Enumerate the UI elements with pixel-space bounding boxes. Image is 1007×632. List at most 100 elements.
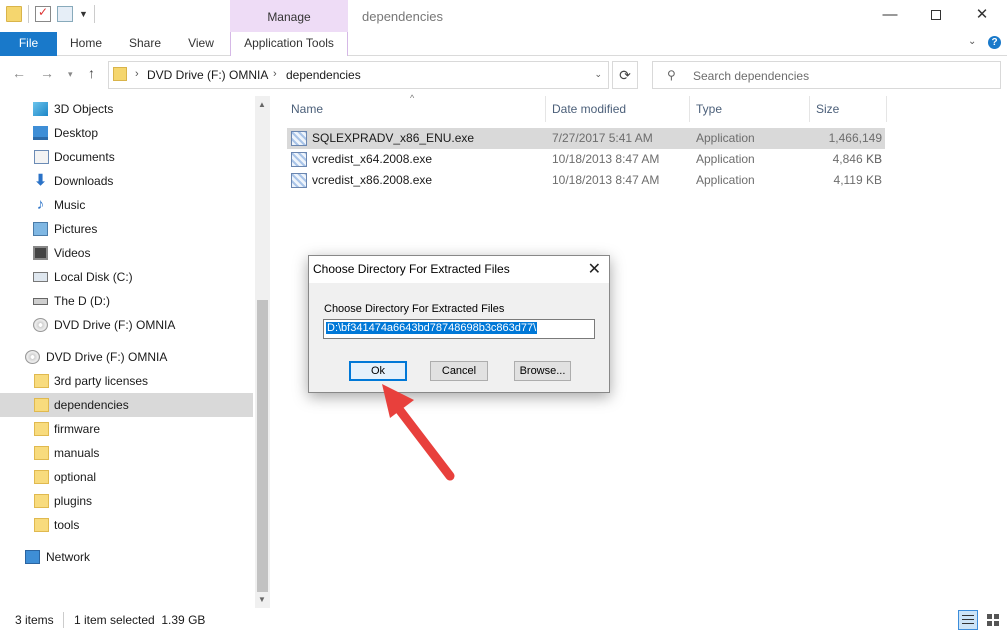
forward-arrow-icon[interactable]: → [40,65,54,81]
properties-icon[interactable] [35,5,51,22]
navigation-bar: ← → ▾ ↑ › DVD Drive (F:) OMNIA › depende… [0,56,1007,94]
scrollbar-thumb[interactable] [257,300,268,592]
column-header-name[interactable]: Name [285,96,546,122]
up-arrow-icon[interactable]: ↑ [88,65,95,81]
sidebar-item-label: DVD Drive (F:) OMNIA [54,318,176,332]
recent-locations-icon[interactable]: ▾ [68,69,73,80]
sidebar-item-dvd-drive-root[interactable]: DVD Drive (F:) OMNIA [0,345,253,369]
window-title: dependencies [362,9,443,24]
documents-icon [34,150,49,164]
customize-toolbar-dropdown-icon[interactable]: ▼ [79,9,88,19]
sidebar-item-the-d-drive[interactable]: The D (D:) [0,289,253,313]
sidebar-item-videos[interactable]: Videos [0,241,253,265]
sidebar-item-optional[interactable]: optional [0,465,253,489]
search-input[interactable]: ⚲ Search dependencies [652,61,1001,89]
sidebar-item-label: Downloads [54,174,114,188]
column-header-type[interactable]: Type [690,96,810,122]
file-name: vcredist_x64.2008.exe [312,152,433,166]
column-header-date-modified[interactable]: Date modified [546,96,690,122]
folder-icon [34,470,49,484]
chevron-down-icon[interactable]: ⌄ [594,69,602,80]
breadcrumb-dependencies[interactable]: dependencies [286,68,361,82]
folder-icon [34,374,49,388]
choose-directory-dialog: Choose Directory For Extracted Files ✕ C… [308,255,610,393]
sidebar-item-label: 3D Objects [54,102,114,116]
dialog-title-bar: Choose Directory For Extracted Files ✕ [309,256,609,283]
file-type: Application [696,131,755,145]
tab-application-tools[interactable]: Application Tools [230,32,348,56]
sidebar-item-3d-objects[interactable]: 3D Objects [0,97,253,121]
sidebar-item-music[interactable]: ♪ Music [0,193,253,217]
sidebar-item-desktop[interactable]: Desktop [0,121,253,145]
sidebar-item-label: Network [46,550,91,564]
directory-path-value: D:\bf341474a6643bd78748698b3c863d77\ [324,321,539,335]
expand-ribbon-icon[interactable]: ⌄ [968,36,976,47]
new-folder-icon[interactable] [57,6,73,22]
sidebar-item-documents[interactable]: Documents [0,145,253,169]
installer-file-icon [291,152,307,167]
sidebar-item-firmware[interactable]: firmware [0,417,253,441]
tab-home[interactable]: Home [60,32,112,56]
sidebar-item-plugins[interactable]: plugins [0,489,253,513]
divider [63,612,64,628]
file-date: 7/27/2017 5:41 AM [552,131,653,145]
folder-icon [34,494,49,508]
sidebar-item-local-disk[interactable]: Local Disk (C:) [0,265,253,289]
sidebar-item-tools[interactable]: tools [0,513,253,537]
navigation-pane-scrollbar[interactable]: ▲ ▼ [255,96,270,608]
directory-path-input[interactable]: D:\bf341474a6643bd78748698b3c863d77\ [323,319,595,339]
sidebar-item-downloads[interactable]: ⬇ Downloads [0,169,253,193]
arrow-shaft [387,395,455,481]
maximize-button[interactable] [913,0,959,32]
network-icon [25,550,40,564]
scroll-down-icon[interactable]: ▼ [258,595,266,604]
sidebar-item-dvd-drive[interactable]: DVD Drive (F:) OMNIA [0,313,253,337]
folder-icon [34,518,49,532]
table-row[interactable]: SQLEXPRADV_x86_ENU.exe 7/27/2017 5:41 AM… [287,128,885,166]
file-size: 4,119 KB [833,173,882,187]
drive-icon [33,298,48,305]
table-row[interactable]: vcredist_x86.2008.exe 10/18/2013 8:47 AM… [287,170,885,191]
sidebar-item-label: Music [54,198,86,212]
sidebar-item-label: Documents [54,150,115,164]
file-size: 4,846 KB [832,152,882,166]
desktop-icon [33,126,48,140]
breadcrumb-dvd-drive[interactable]: DVD Drive (F:) OMNIA [147,68,268,82]
videos-icon [33,246,48,260]
dvd-drive-icon [25,350,40,364]
close-button[interactable]: ✕ [959,0,1005,32]
address-bar[interactable]: › DVD Drive (F:) OMNIA › dependencies ⌄ [108,61,609,89]
music-icon: ♪ [36,196,45,213]
column-header-size[interactable]: Size [810,96,887,122]
sidebar-item-label: Videos [54,246,91,260]
annotation-arrow-icon [382,384,455,481]
back-arrow-icon[interactable]: ← [12,65,26,81]
tab-share[interactable]: Share [120,32,170,56]
details-view-icon[interactable] [958,610,978,630]
large-icons-view-icon[interactable] [983,610,1003,630]
sidebar-item-network[interactable]: Network [0,545,253,569]
dvd-drive-icon [33,318,48,332]
sidebar-item-dependencies[interactable]: dependencies [0,393,253,417]
sidebar-item-3rd-party-licenses[interactable]: 3rd party licenses [0,369,253,393]
ribbon-tabs: File Home Share View Application Tools ⌄… [0,32,1007,56]
chevron-right-icon[interactable]: › [135,68,139,80]
file-type: Application [696,152,755,166]
scroll-up-icon[interactable]: ▲ [258,100,266,109]
sidebar-item-label: optional [54,470,97,484]
refresh-button[interactable]: ⟳ [612,61,638,89]
tab-view[interactable]: View [180,32,222,56]
installer-file-icon [291,131,307,146]
3d-objects-icon [33,102,48,116]
tab-file[interactable]: File [0,32,57,56]
sidebar-item-label: Pictures [54,222,98,236]
browse-button[interactable]: Browse... [514,361,571,381]
sidebar-item-pictures[interactable]: Pictures [0,217,253,241]
help-icon[interactable]: ? [988,36,1001,49]
close-icon[interactable]: ✕ [588,259,601,279]
sidebar-item-label: tools [54,518,80,532]
sidebar-item-manuals[interactable]: manuals [0,441,253,465]
chevron-right-icon[interactable]: › [273,68,277,80]
minimize-button[interactable]: — [867,0,913,32]
table-row[interactable]: vcredist_x64.2008.exe 10/18/2013 8:47 AM… [287,149,885,170]
